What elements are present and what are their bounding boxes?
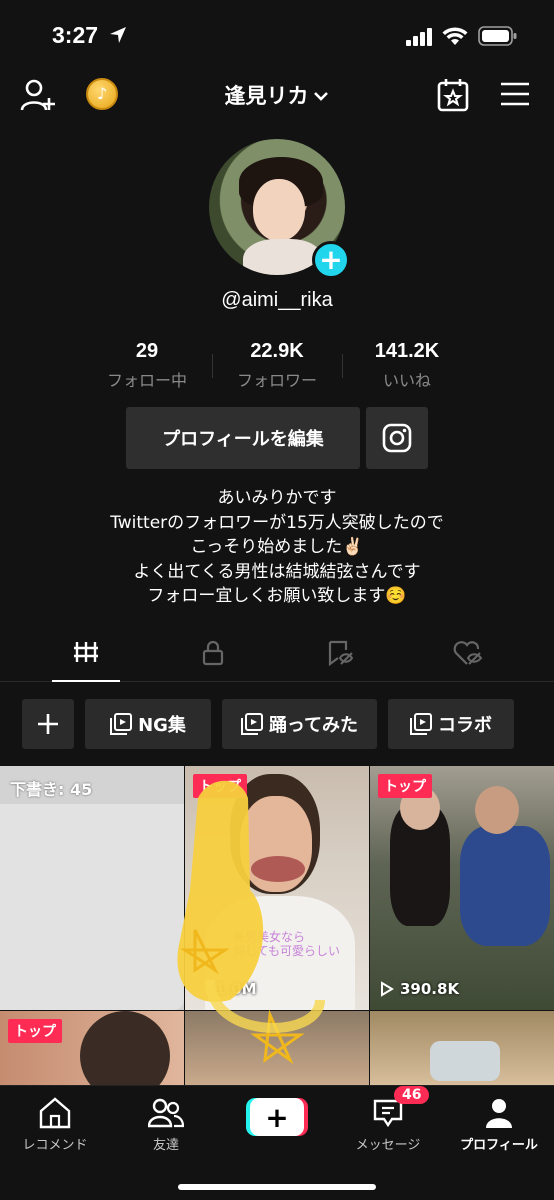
tab-label: レコメンド [22,1138,88,1153]
calendar-star-icon[interactable] [437,78,469,112]
playlist-icon [410,713,432,735]
friends-icon [148,1098,184,1128]
video-thumbnail[interactable]: トップ [0,1011,184,1090]
instagram-icon [382,423,412,453]
instagram-link-button[interactable] [366,407,428,469]
video-thumbnail[interactable] [370,1011,554,1090]
bio: あいみりかです Twitterのフォロワーが15万人突破したので こっそり始めま… [0,486,554,609]
plus-icon: + [250,1098,304,1136]
playlist-chip[interactable]: コラボ [388,699,514,749]
wifi-icon [442,27,468,45]
play-icon [381,981,394,997]
top-nav: ♪ 逢見リカ [0,70,554,120]
playlist-chip[interactable]: NG集 [85,699,211,749]
tab-home[interactable]: レコメンド [5,1094,105,1153]
hamburger-menu-icon[interactable] [500,82,530,106]
tab-reposts[interactable] [307,640,375,682]
cellular-signal-icon [406,28,432,46]
tab-videos[interactable] [52,640,120,682]
playlist-label: 踊ってみた [268,715,359,736]
profile-icon [486,1099,512,1128]
bottom-tab-bar: レコメンド 友達 + メッセージ プロフィール [0,1085,554,1200]
bookmark-eye-off-icon [328,640,354,666]
playlist-label: NG集 [138,715,186,736]
plus-icon [38,714,58,734]
tab-private[interactable] [179,640,247,682]
grid-icon [74,642,98,662]
tab-label: 友達 [152,1138,179,1153]
home-indicator [178,1184,376,1190]
message-count-badge: 46 [394,1086,430,1104]
chevron-down-icon [313,92,328,101]
add-story-button[interactable]: + [312,241,350,279]
home-icon [39,1097,71,1129]
video-thumbnail[interactable]: トップ 390.8K [370,766,554,1010]
playlist-icon [240,713,263,735]
location-arrow-icon [110,27,126,43]
tab-friends[interactable]: 友達 [116,1094,216,1153]
drafts-tile[interactable]: 下書き: 45 [0,766,184,1010]
tab-profile[interactable]: プロフィール [449,1094,549,1153]
stat-label: フォロワー [236,371,317,390]
bio-line: あいみりかです [217,488,337,508]
account-switcher[interactable]: 逢見リカ [0,80,554,110]
profile-tabs [0,628,554,682]
tab-liked[interactable] [434,640,502,682]
profile-stats: 29 フォロー中 22.9K フォロワー 141.2K いいね [82,340,472,392]
battery-icon [478,26,517,46]
tab-label: プロフィール [460,1138,538,1153]
playlist-chip[interactable]: 踊ってみた [222,699,377,749]
stat-value: 29 [135,340,159,362]
username: @aimi__rika [221,289,333,311]
stat-value: 22.9K [250,340,304,362]
stat-likes[interactable]: 141.2K いいね [342,340,472,392]
stat-value: 141.2K [374,340,440,362]
stat-followers[interactable]: 22.9K フォロワー [212,340,342,392]
status-time: 3:27 [52,22,99,48]
bio-line: Twitterのフォロワーが15万人突破したので [110,512,444,533]
top-badge: トップ [378,774,432,798]
view-count: 390.8K [380,980,459,998]
create-video-button[interactable]: + [246,1098,308,1136]
drafts-count: 下書き: 45 [10,780,93,799]
bio-line: フォロー宜しくお願い致します☺️ [147,586,407,606]
bio-line: よく出てくる男性は結城結弦さんです [133,561,421,582]
edit-profile-button[interactable]: プロフィールを編集 [126,407,360,469]
status-bar: 3:27 [0,0,554,70]
heart-eye-off-icon [453,641,483,665]
stat-following[interactable]: 29 フォロー中 [82,340,212,392]
tab-label: メッセージ [355,1138,421,1153]
stat-label: いいね [382,371,431,390]
account-name: 逢見リカ [224,84,309,108]
add-playlist-button[interactable] [22,699,74,749]
playlist-icon [110,713,133,735]
top-badge: トップ [8,1019,62,1043]
stat-label: フォロー中 [106,371,187,390]
drawn-finger-overlay [177,780,325,1065]
playlist-label: コラボ [438,715,492,736]
lock-icon [202,640,224,666]
bio-line: こっそり始めました✌🏻 [190,537,364,557]
